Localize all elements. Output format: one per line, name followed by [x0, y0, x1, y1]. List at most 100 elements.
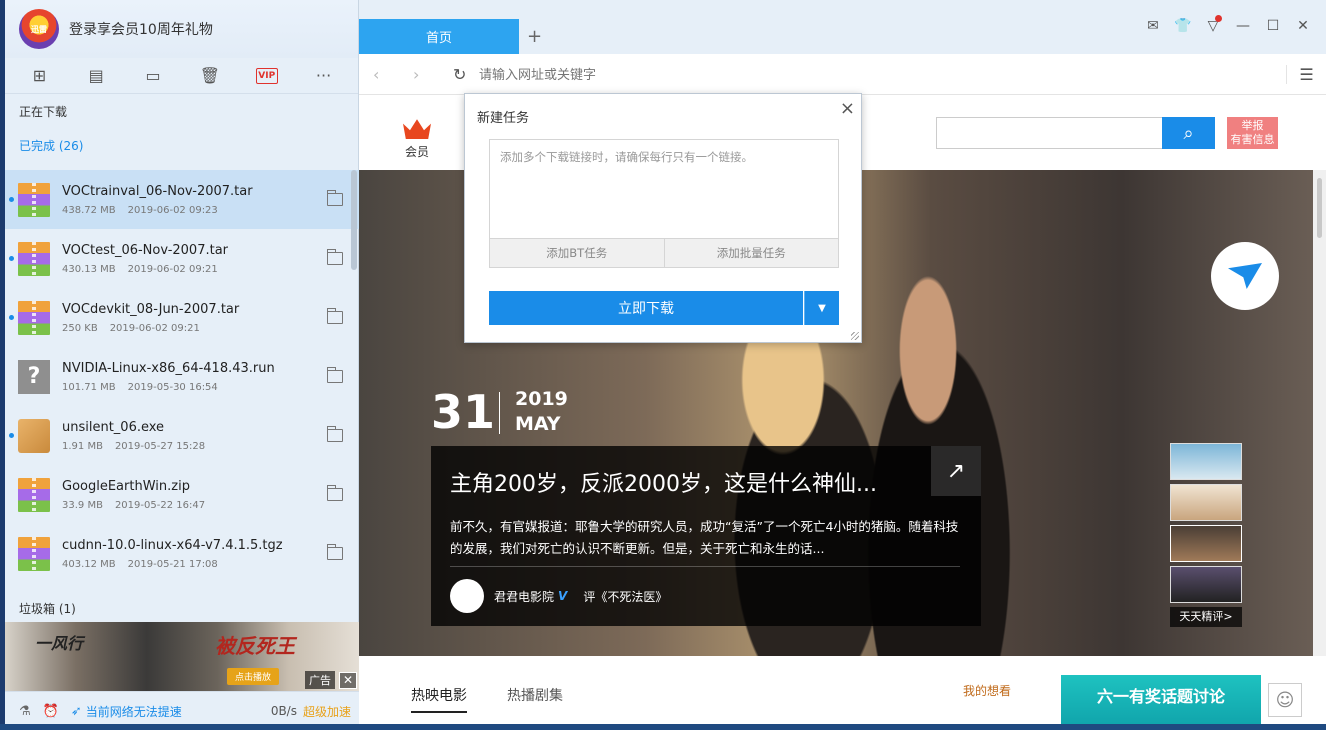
list-item[interactable]: GoogleEarthWin.zip 33.9 MB 2019-05-22 16:…: [5, 465, 359, 524]
alarm-icon[interactable]: ⏰: [43, 704, 59, 719]
tab-hot-movies[interactable]: 热映电影: [411, 685, 467, 713]
movie-tabs: 热映电影 热播剧集: [411, 685, 563, 713]
list-item[interactable]: unsilent_06.exe 1.91 MB 2019-05-27 15:28: [5, 406, 359, 465]
member-link[interactable]: 会员: [403, 117, 431, 160]
address-input[interactable]: [479, 66, 1286, 82]
new-tab-button[interactable]: +: [527, 26, 542, 47]
report-button[interactable]: 举报 有害信息: [1227, 117, 1278, 149]
notification-badge: [1215, 15, 1222, 22]
flask-icon[interactable]: ⚗: [19, 704, 31, 719]
open-folder-icon[interactable]: [326, 190, 343, 206]
archive-file-icon: [18, 241, 50, 276]
more-icon[interactable]: ···: [312, 64, 336, 88]
trash-icon[interactable]: 🗑: [198, 64, 222, 88]
login-prompt[interactable]: 登录享会员10周年礼物: [69, 19, 213, 39]
page-scrollbar[interactable]: [1313, 170, 1326, 656]
list-item[interactable]: cudnn-10.0-linux-x64-v7.4.1.5.tgz 403.12…: [5, 524, 359, 583]
report-line2: 有害信息: [1230, 133, 1275, 146]
link-input[interactable]: [489, 139, 839, 238]
refresh-icon[interactable]: ↻: [453, 65, 479, 84]
ad-label: 广告: [305, 671, 335, 689]
mail-icon[interactable]: ✉: [1144, 18, 1162, 34]
back-icon[interactable]: ‹: [373, 65, 413, 84]
tab-home[interactable]: 首页: [359, 19, 519, 54]
open-folder-icon[interactable]: [326, 485, 343, 501]
close-icon[interactable]: ✕: [1294, 18, 1312, 34]
thumbnail[interactable]: [1170, 484, 1242, 521]
item-text: VOCtrainval_06-Nov-2007.tar 438.72 MB 201…: [62, 184, 327, 216]
download-panel: 迅雷 登录享会员10周年礼物 ⊞ ▤ ▭ 🗑 VIP ··· 正在下载 已完成 …: [5, 0, 359, 730]
item-text: unsilent_06.exe 1.91 MB 2019-05-27 15:28: [62, 420, 327, 452]
archive-file-icon: [18, 536, 50, 571]
list-item[interactable]: VOCdevkit_08-Jun-2007.tar 250 KB 2019-06-…: [5, 288, 359, 347]
forward-icon[interactable]: ›: [413, 65, 453, 84]
file-meta: 250 KB 2019-06-02 09:21: [62, 323, 327, 334]
add-bt-task-button[interactable]: 添加BT任务: [490, 239, 664, 267]
article-card[interactable]: 主角200岁，反派2000岁，这是什么神仙... ↗ 前不久，有官媒报道：耶鲁大…: [431, 446, 981, 626]
new-task-icon[interactable]: ⊞: [27, 64, 51, 88]
vip-badge: VIP: [255, 67, 278, 84]
ad-banner[interactable]: 一风行 被反死王 点击播放 广告 ✕: [5, 622, 359, 691]
list-scrollbar[interactable]: [351, 170, 357, 270]
file-date: 2019-06-02 09:23: [127, 204, 218, 216]
open-folder-icon[interactable]: [326, 308, 343, 324]
file-icon[interactable]: ▤: [84, 64, 108, 88]
author-avatar[interactable]: [450, 579, 484, 613]
notification-icon[interactable]: ▽: [1204, 15, 1222, 34]
thumbnail[interactable]: [1170, 566, 1242, 603]
open-folder-icon[interactable]: [326, 367, 343, 383]
desktop-edge: [0, 724, 1326, 730]
thumbnail[interactable]: [1170, 525, 1242, 562]
ad-play-button[interactable]: 点击播放: [227, 668, 280, 685]
folder-icon[interactable]: ▭: [141, 64, 165, 88]
menu-icon[interactable]: ☰: [1286, 64, 1326, 84]
item-text: VOCdevkit_08-Jun-2007.tar 250 KB 2019-06-…: [62, 302, 327, 334]
file-date: 2019-05-22 16:47: [114, 499, 206, 511]
my-wishlist-link[interactable]: 我的想看: [963, 682, 1011, 699]
add-batch-task-button[interactable]: 添加批量任务: [663, 239, 839, 267]
chevron-down-icon[interactable]: ▼: [804, 291, 839, 325]
file-date: 2019-05-30 16:54: [127, 381, 218, 393]
ad-title-right: 被反死王: [215, 634, 295, 658]
resize-handle[interactable]: [851, 332, 859, 340]
list-item[interactable]: VOCtrainval_06-Nov-2007.tar 438.72 MB 201…: [5, 170, 359, 229]
thumbnail[interactable]: [1170, 443, 1242, 480]
new-task-dialog: 新建任务 × 添加BT任务 添加批量任务 立即下载 ▼: [464, 93, 862, 343]
list-item[interactable]: VOCtest_06-Nov-2007.tar 430.13 MB 2019-06…: [5, 229, 359, 288]
user-icon[interactable]: ☺: [1268, 683, 1302, 717]
search-icon[interactable]: ⌕: [1162, 117, 1215, 149]
file-meta: 438.72 MB 2019-06-02 09:23: [62, 205, 327, 216]
super-boost-button[interactable]: 超级加速: [303, 703, 351, 720]
file-size: 403.12 MB: [62, 558, 116, 570]
open-folder-icon[interactable]: [326, 249, 343, 265]
minimize-icon[interactable]: —: [1234, 18, 1252, 34]
ad-close-icon[interactable]: ✕: [339, 672, 357, 689]
list-item[interactable]: ? NVIDIA-Linux-x86_64-418.43.run 101.71 …: [5, 347, 359, 406]
maximize-icon[interactable]: ☐: [1264, 18, 1282, 34]
trash-section[interactable]: 垃圾箱 (1): [5, 594, 76, 622]
promo-banner[interactable]: 六一有奖话题讨论: [1061, 675, 1261, 730]
author-name[interactable]: 君君电影院: [494, 588, 554, 605]
download-now-button[interactable]: 立即下载: [489, 291, 803, 325]
review-title[interactable]: 评《不死法医》: [583, 588, 667, 605]
completed-list: VOCtrainval_06-Nov-2007.tar 438.72 MB 201…: [5, 170, 359, 590]
downloading-section[interactable]: 正在下载: [5, 94, 358, 128]
tab-hot-series[interactable]: 热播剧集: [507, 685, 563, 713]
avatar[interactable]: 迅雷: [19, 9, 59, 49]
file-size: 250 KB: [62, 322, 98, 334]
status-dot: [9, 256, 14, 261]
account-header[interactable]: 迅雷 登录享会员10周年礼物: [5, 0, 358, 58]
network-status[interactable]: 当前网络无法提速: [86, 703, 182, 720]
open-folder-icon[interactable]: [326, 426, 343, 442]
page-search-input[interactable]: [936, 117, 1163, 149]
open-folder-icon[interactable]: [326, 544, 343, 560]
file-name: VOCdevkit_08-Jun-2007.tar: [62, 301, 240, 317]
daily-review-link[interactable]: 天天精评>: [1170, 607, 1242, 627]
article-title[interactable]: 主角200岁，反派2000岁，这是什么神仙...: [450, 466, 877, 498]
expand-icon[interactable]: ↗: [931, 446, 981, 496]
verified-icon: V: [558, 589, 568, 603]
close-icon[interactable]: ×: [840, 98, 855, 119]
completed-section[interactable]: 已完成 (26): [5, 128, 358, 162]
vip-icon[interactable]: VIP: [255, 64, 279, 88]
skin-icon[interactable]: 👕: [1174, 18, 1192, 34]
